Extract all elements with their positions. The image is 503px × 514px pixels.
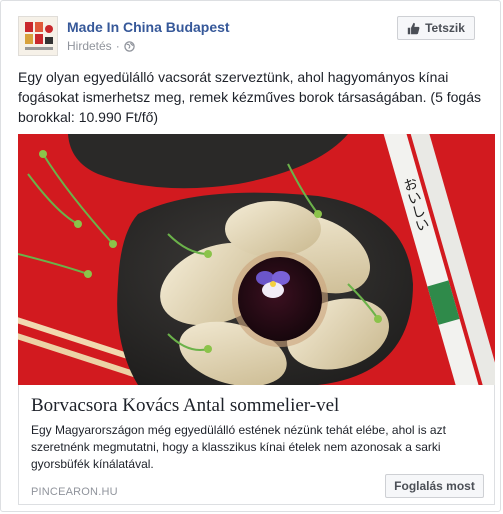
- made-in-china-logo-icon: [19, 17, 57, 55]
- link-description: Egy Magyarországon még egyedülálló estén…: [31, 423, 446, 471]
- link-preview[interactable]: Borvacsora Kovács Antal sommelier-vel Eg…: [18, 385, 495, 505]
- meta-separator: ·: [115, 39, 120, 53]
- book-now-button[interactable]: Foglalás most: [385, 474, 484, 498]
- dumplings-photo: おいしい: [18, 134, 495, 385]
- link-title[interactable]: Borvacsora Kovács Antal sommelier-vel: [31, 395, 339, 417]
- thumbs-up-icon: [407, 22, 420, 34]
- like-page-button[interactable]: Tetszik: [397, 16, 475, 40]
- page-name-link[interactable]: Made In China Budapest: [67, 19, 230, 35]
- post-meta: Hirdetés ·: [67, 39, 135, 53]
- link-domain: PINCEARON.HU: [31, 486, 118, 498]
- sponsored-label[interactable]: Hirdetés: [67, 39, 112, 53]
- globe-icon[interactable]: [123, 40, 135, 52]
- page-avatar[interactable]: [18, 16, 58, 56]
- post-text: Egy olyan egyedülálló vacsorát szerveztü…: [18, 69, 481, 125]
- ad-post-card: Made In China Budapest Hirdetés · Tetszi…: [0, 0, 501, 512]
- post-image[interactable]: おいしい: [18, 134, 495, 385]
- like-button-label: Tetszik: [425, 21, 465, 35]
